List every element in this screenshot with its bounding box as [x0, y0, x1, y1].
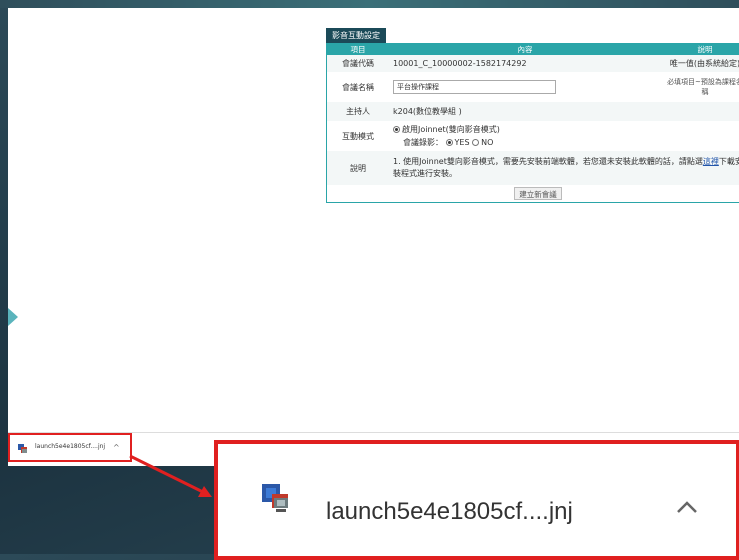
record-yes-radio[interactable]: [446, 139, 453, 146]
desc-text-before: 1. 使用Joinnet雙向影音模式，需要先安裝前端軟體，若您還未安裝此軟體的話…: [393, 157, 703, 166]
row-meeting-code: 會議代碼 10001_C_10000002-1582174292 唯一值(由系統…: [327, 55, 739, 72]
meeting-code-value: 10001_C_10000002-1582174292: [389, 55, 661, 72]
mode-cell: 啟用Joinnet(雙向影音模式) 會議錄影： YES NO: [389, 121, 739, 151]
download-link[interactable]: 這裡: [703, 157, 719, 166]
mode-label: 互動模式: [327, 121, 390, 151]
record-no-radio[interactable]: [472, 139, 479, 146]
row-interaction-mode: 互動模式 啟用Joinnet(雙向影音模式) 會議錄影： YES NO: [327, 121, 739, 151]
settings-table: 項目 內容 說明 會議代碼 10001_C_10000002-158217429…: [326, 43, 739, 203]
meeting-code-label: 會議代碼: [327, 55, 390, 72]
record-label: 會議錄影：: [403, 138, 443, 147]
download-filename-small: launch5e4e1805cf....jnj: [35, 443, 105, 450]
jnj-file-icon-large: [260, 482, 292, 514]
row-meeting-name: 會議名稱 必填項目~預設為課程名稱: [327, 72, 739, 102]
host-label: 主持人: [327, 102, 390, 121]
settings-panel: 影音互動設定 項目 內容 說明 會議代碼 10001_C_10000002-15…: [326, 23, 739, 203]
jnj-file-icon: [18, 444, 28, 454]
chevron-up-icon-large[interactable]: [676, 500, 698, 514]
host-value: k204(數位教學組 ): [389, 102, 739, 121]
chevron-up-icon[interactable]: ^: [113, 443, 120, 452]
download-item-highlight[interactable]: launch5e4e1805cf....jnj ^: [8, 433, 132, 462]
meeting-name-input[interactable]: [393, 80, 556, 94]
record-no-label: NO: [481, 138, 493, 147]
header-content: 內容: [389, 44, 661, 56]
slide-arrow-icon: [8, 308, 18, 326]
zoomed-download-item: launch5e4e1805cf....jnj: [214, 440, 739, 560]
download-filename-large: launch5e4e1805cf....jnj: [326, 498, 573, 526]
header-note: 說明: [661, 44, 739, 56]
meeting-name-label: 會議名稱: [327, 72, 390, 102]
meeting-code-note: 唯一值(由系統給定): [661, 55, 739, 72]
panel-tab-title: 影音互動設定: [326, 28, 386, 43]
submit-cell: 建立新會議: [327, 185, 739, 203]
desc-cell: 1. 使用Joinnet雙向影音模式，需要先安裝前端軟體，若您還未安裝此軟體的話…: [389, 151, 739, 185]
browser-content: 影音互動設定 項目 內容 說明 會議代碼 10001_C_10000002-15…: [8, 8, 739, 433]
header-item: 項目: [327, 44, 390, 56]
row-submit: 建立新會議: [327, 185, 739, 203]
meeting-name-note: 必填項目~預設為課程名稱: [661, 72, 739, 102]
joinnet-radio[interactable]: [393, 126, 400, 133]
slide-top-stripe: [0, 0, 739, 8]
joinnet-option-label: 啟用Joinnet(雙向影音模式): [402, 125, 500, 134]
create-meeting-button[interactable]: 建立新會議: [514, 187, 562, 200]
desc-label: 說明: [327, 151, 390, 185]
row-description: 說明 1. 使用Joinnet雙向影音模式，需要先安裝前端軟體，若您還未安裝此軟…: [327, 151, 739, 185]
meeting-name-cell: [389, 72, 661, 102]
joinnet-option[interactable]: 啟用Joinnet(雙向影音模式): [393, 124, 739, 135]
record-option: 會議錄影： YES NO: [393, 137, 739, 148]
row-host: 主持人 k204(數位教學組 ): [327, 102, 739, 121]
record-yes-label: YES: [455, 138, 470, 147]
